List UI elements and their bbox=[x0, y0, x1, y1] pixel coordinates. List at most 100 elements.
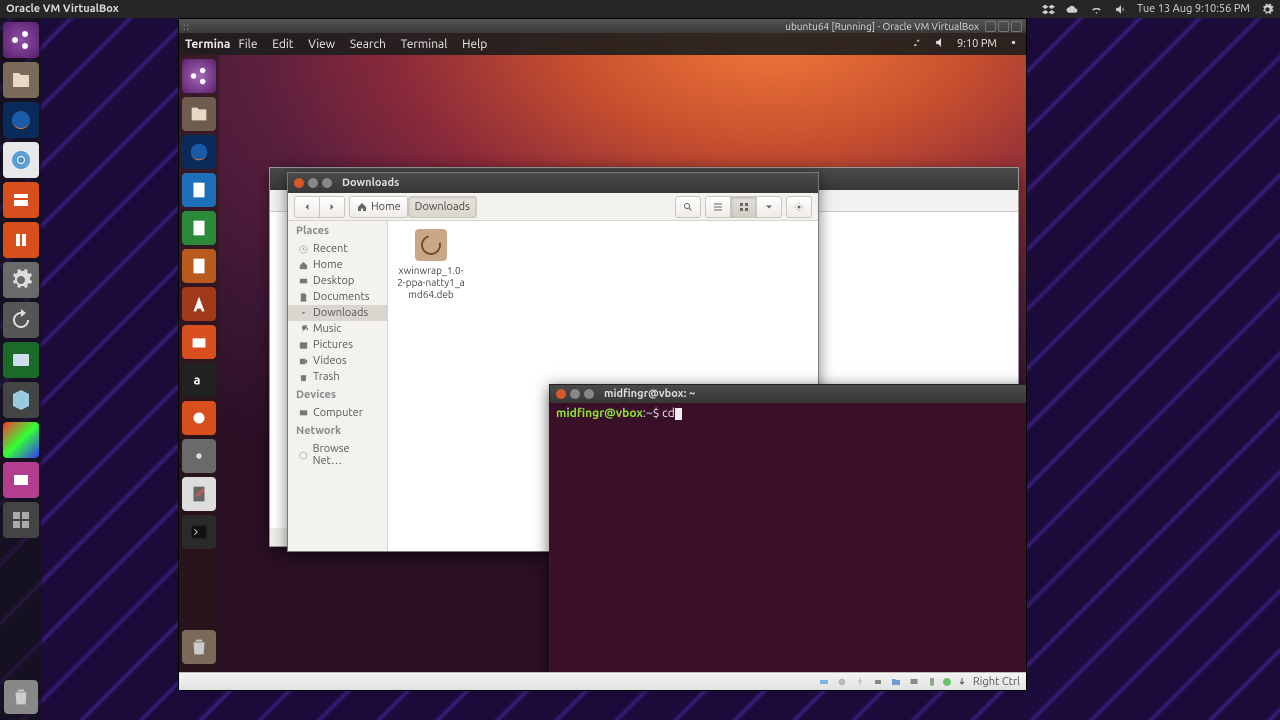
launcher-ubuntu-software[interactable] bbox=[3, 182, 39, 218]
svg-text:a: a bbox=[194, 374, 201, 388]
launcher-files[interactable] bbox=[3, 62, 39, 98]
guest-launcher-impress[interactable] bbox=[182, 249, 216, 283]
breadcrumb-home[interactable]: Home bbox=[349, 196, 408, 218]
view-list-button[interactable] bbox=[705, 196, 731, 218]
guest-launcher-ubuntu-one[interactable] bbox=[182, 401, 216, 435]
terminal-maximize-button[interactable] bbox=[584, 389, 594, 399]
vm-titlebar[interactable]: :: ubuntu64 [Running] - Oracle VM Virtua… bbox=[179, 19, 1026, 33]
guest-launcher-calc[interactable] bbox=[182, 211, 216, 245]
launcher-chromium[interactable] bbox=[3, 142, 39, 178]
files-maximize-button[interactable] bbox=[322, 178, 332, 188]
terminal-prompt-path: ~ bbox=[646, 407, 653, 420]
vm-shared-folder-icon[interactable] bbox=[889, 675, 903, 689]
launcher-virtualbox[interactable] bbox=[3, 382, 39, 418]
vm-mouse-icon[interactable] bbox=[925, 675, 939, 689]
guest-launcher-trash[interactable] bbox=[182, 630, 216, 664]
sidebar-item-desktop[interactable]: Desktop bbox=[288, 273, 387, 289]
network-icon[interactable] bbox=[911, 36, 924, 52]
files-toolbar: Home Downloads bbox=[288, 193, 818, 221]
guest-launcher-fonts[interactable] bbox=[182, 287, 216, 321]
sidebar-item-computer[interactable]: Computer bbox=[288, 405, 387, 421]
vm-optical-icon[interactable] bbox=[835, 675, 849, 689]
guest-launcher-dash[interactable] bbox=[182, 59, 216, 93]
sidebar-item-recent[interactable]: Recent bbox=[288, 241, 387, 257]
terminal-window[interactable]: midfingr@vbox: ~ midfingr@vbox:~$ cd bbox=[549, 384, 1026, 672]
vm-hdd-icon[interactable] bbox=[817, 675, 831, 689]
weather-icon[interactable] bbox=[1065, 2, 1079, 16]
guest-launcher-firefox[interactable] bbox=[182, 135, 216, 169]
sidebar-section-places: Places bbox=[288, 221, 387, 241]
volume-icon[interactable] bbox=[1113, 2, 1127, 16]
launcher-ubuntu-dash[interactable] bbox=[3, 22, 39, 58]
guest-clock[interactable]: 9:10 PM bbox=[957, 38, 997, 50]
view-options-dropdown[interactable] bbox=[757, 196, 782, 218]
guest-launcher-terminal[interactable] bbox=[182, 515, 216, 549]
vm-host-key[interactable]: Right Ctrl bbox=[943, 675, 1020, 689]
host-trash[interactable] bbox=[4, 680, 38, 714]
sidebar-item-browse-network[interactable]: Browse Net… bbox=[288, 441, 387, 469]
launcher-app-colors[interactable] bbox=[3, 422, 39, 458]
vm-close-button[interactable] bbox=[1011, 21, 1022, 32]
sidebar-item-documents[interactable]: Documents bbox=[288, 289, 387, 305]
files-close-button[interactable] bbox=[294, 178, 304, 188]
menu-view[interactable]: View bbox=[308, 38, 335, 51]
launcher-screen-recorder[interactable] bbox=[3, 462, 39, 498]
vm-display-icon[interactable] bbox=[907, 675, 921, 689]
host-menubar: Oracle VM VirtualBox Tue 13 Aug 9:10:56 … bbox=[0, 0, 1280, 18]
vm-network-icon[interactable] bbox=[871, 675, 885, 689]
files-titlebar[interactable]: Downloads bbox=[288, 173, 818, 193]
vm-minimize-button[interactable] bbox=[985, 21, 996, 32]
guest-launcher-amazon[interactable]: a bbox=[182, 363, 216, 397]
breadcrumb-downloads[interactable]: Downloads bbox=[408, 196, 477, 218]
guest-launcher-writer[interactable] bbox=[182, 173, 216, 207]
terminal-titlebar[interactable]: midfingr@vbox: ~ bbox=[550, 385, 1026, 403]
terminal-prompt-user: midfingr@vbox bbox=[556, 407, 643, 420]
files-sidebar: Places Recent Home Desktop Documents Dow… bbox=[288, 221, 388, 551]
sidebar-item-music[interactable]: Music bbox=[288, 321, 387, 337]
menu-file[interactable]: File bbox=[238, 38, 257, 51]
files-minimize-button[interactable] bbox=[308, 178, 318, 188]
terminal-close-button[interactable] bbox=[556, 389, 566, 399]
guest-active-app[interactable]: Termina bbox=[185, 38, 230, 51]
files-title-text: Downloads bbox=[342, 177, 399, 189]
vm-maximize-button[interactable] bbox=[998, 21, 1009, 32]
sidebar-item-home[interactable]: Home bbox=[288, 257, 387, 273]
menu-terminal[interactable]: Terminal bbox=[401, 38, 448, 51]
files-settings-button[interactable] bbox=[786, 196, 812, 218]
vm-title: ubuntu64 [Running] - Oracle VM VirtualBo… bbox=[785, 21, 979, 32]
sidebar-section-devices: Devices bbox=[288, 385, 387, 405]
launcher-firefox[interactable] bbox=[3, 102, 39, 138]
nav-forward-button[interactable] bbox=[320, 196, 345, 218]
menu-edit[interactable]: Edit bbox=[272, 38, 293, 51]
guest-desktop[interactable]: Termina File Edit View Search Terminal H… bbox=[179, 33, 1026, 672]
vm-statusbar: Right Ctrl bbox=[179, 672, 1026, 690]
launcher-screenshot[interactable] bbox=[3, 342, 39, 378]
sidebar-item-videos[interactable]: Videos bbox=[288, 353, 387, 369]
guest-launcher-gedit[interactable] bbox=[182, 477, 216, 511]
launcher-software-updater[interactable] bbox=[3, 302, 39, 338]
file-item-deb[interactable]: xwinwrap_1.0-2-ppa-natty1_amd64.deb bbox=[396, 229, 466, 301]
nav-back-button[interactable] bbox=[294, 196, 320, 218]
menu-search[interactable]: Search bbox=[350, 38, 386, 51]
terminal-minimize-button[interactable] bbox=[570, 389, 580, 399]
wifi-icon[interactable] bbox=[1089, 2, 1103, 16]
sidebar-item-downloads[interactable]: Downloads bbox=[288, 305, 387, 321]
launcher-ubuntu-one[interactable] bbox=[3, 222, 39, 258]
search-button[interactable] bbox=[675, 196, 701, 218]
terminal-body[interactable]: midfingr@vbox:~$ cd bbox=[550, 403, 1026, 424]
launcher-workspace-switcher[interactable] bbox=[3, 502, 39, 538]
menu-help[interactable]: Help bbox=[462, 38, 487, 51]
view-grid-button[interactable] bbox=[731, 196, 757, 218]
host-clock[interactable]: Tue 13 Aug 9:10:56 PM bbox=[1137, 3, 1250, 15]
sidebar-item-trash[interactable]: Trash bbox=[288, 369, 387, 385]
sidebar-item-pictures[interactable]: Pictures bbox=[288, 337, 387, 353]
guest-launcher-files[interactable] bbox=[182, 97, 216, 131]
session-gear-icon[interactable] bbox=[1260, 2, 1274, 16]
guest-gear-icon[interactable] bbox=[1007, 36, 1020, 52]
guest-volume-icon[interactable] bbox=[934, 36, 947, 52]
dropbox-icon[interactable] bbox=[1041, 2, 1055, 16]
launcher-system-settings[interactable] bbox=[3, 262, 39, 298]
guest-launcher-settings[interactable] bbox=[182, 439, 216, 473]
guest-launcher-ubuntu-software[interactable] bbox=[182, 325, 216, 359]
vm-usb-icon[interactable] bbox=[853, 675, 867, 689]
